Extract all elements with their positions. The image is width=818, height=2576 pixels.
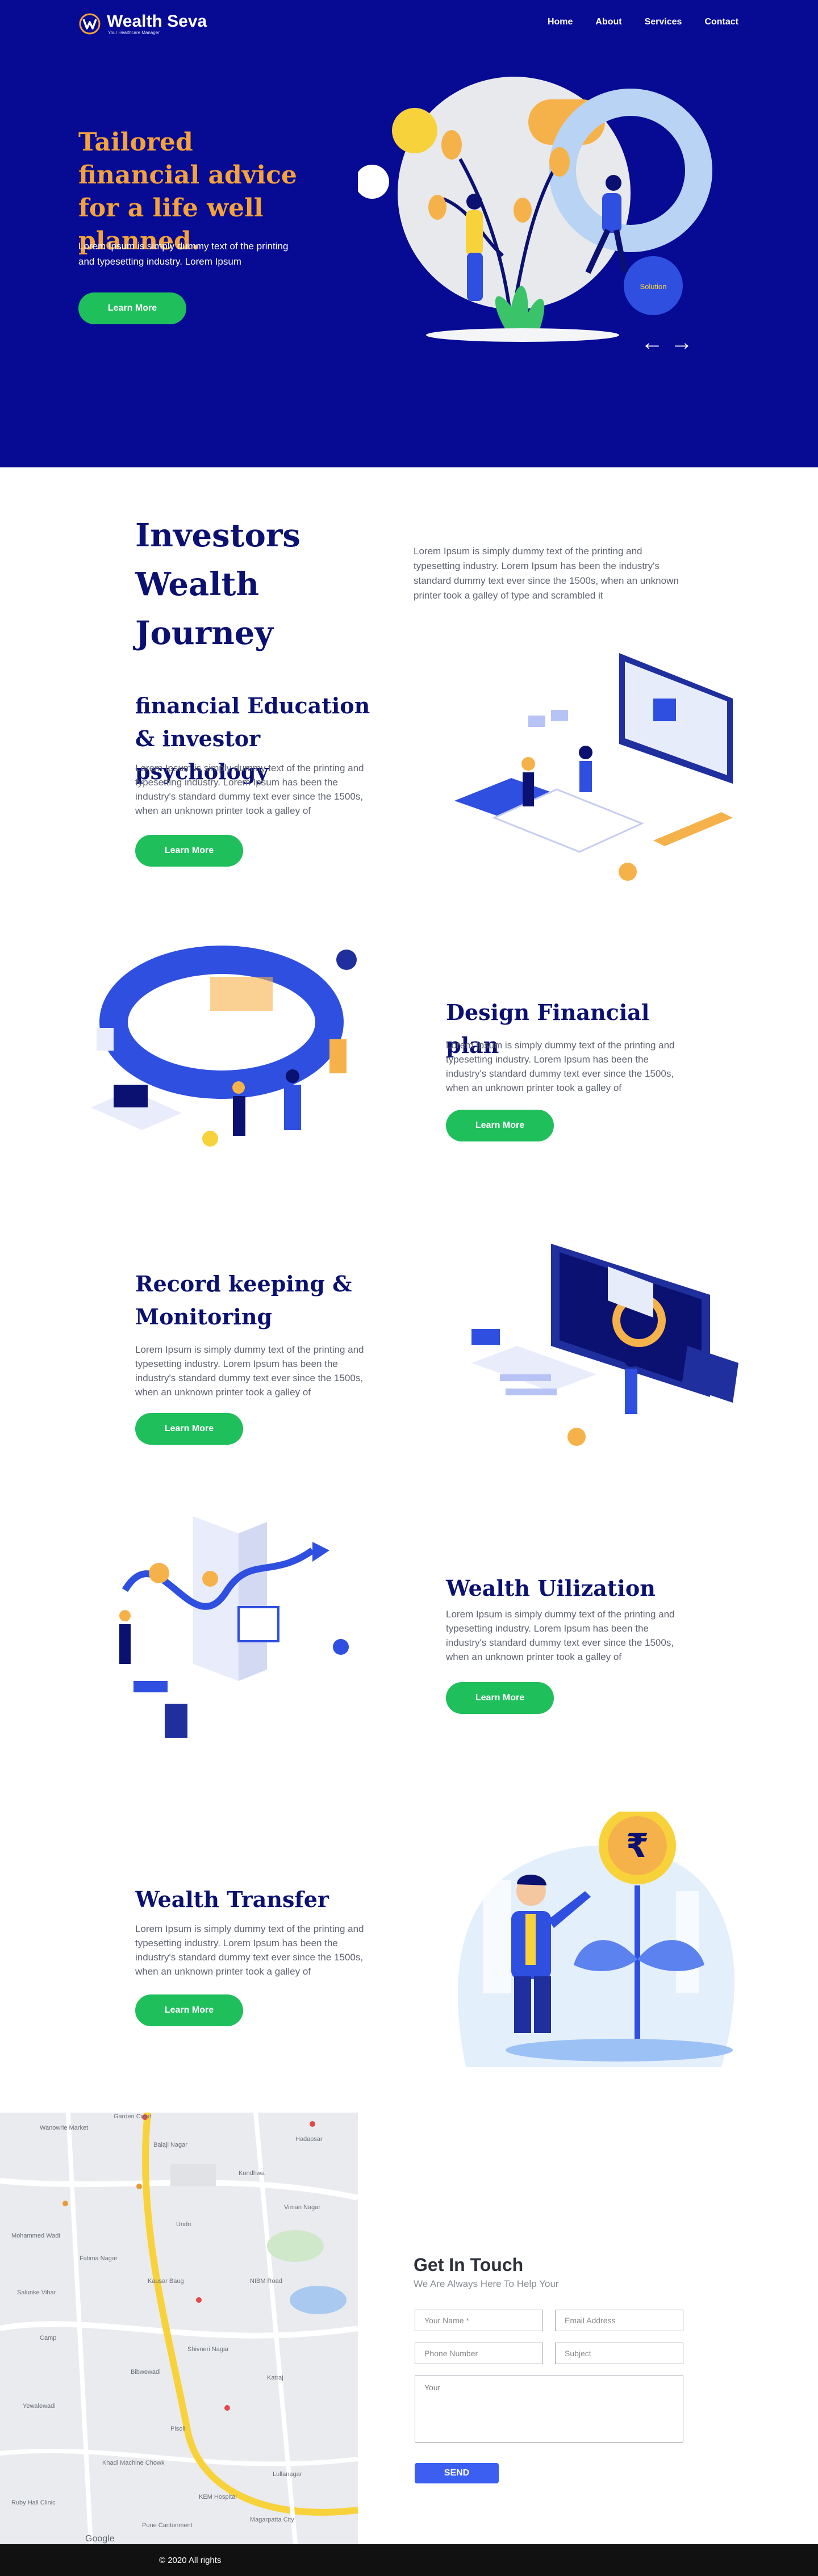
footer: © 2020 All rights (0, 2544, 818, 2576)
map-label: Shivneri Nagar (187, 2346, 229, 2353)
nav-services[interactable]: Services (645, 17, 682, 27)
map-label: Katraj (267, 2374, 283, 2381)
map-label: Garden Court (114, 2113, 152, 2120)
feature-text: Lorem Ipsum is simply dummy text of the … (446, 1040, 675, 1093)
send-button[interactable]: SEND (415, 2463, 499, 2483)
feature-learn-more-button[interactable]: Learn More (446, 1110, 554, 1141)
nav-contact[interactable]: Contact (704, 17, 738, 27)
email-field[interactable] (555, 2310, 683, 2331)
feature-text: Lorem Ipsum is simply dummy text of the … (135, 1923, 364, 1977)
hero-text: Lorem Ipsum is simply dummy text of the … (78, 241, 289, 267)
location-map[interactable]: Garden Court Wanowrie Market Balaji Naga… (0, 2113, 358, 2544)
name-field[interactable] (415, 2310, 543, 2331)
financial-plan-illustration (91, 946, 357, 1147)
map-label: Kausar Baug (148, 2278, 184, 2285)
nav-home[interactable]: Home (548, 17, 573, 27)
logo-mark-icon (79, 13, 101, 35)
contact-title: Get In Touch (414, 2255, 524, 2275)
feature-learn-more-button[interactable]: Learn More (135, 1994, 243, 2026)
map-attribution: Google (85, 2534, 115, 2544)
feature-learn-more-button[interactable]: Learn More (135, 1413, 243, 1445)
contact-subtitle: We Are Always Here To Help Your (414, 2278, 559, 2289)
solution-label: Solution (640, 282, 667, 291)
map-label: Salunke Vihar (17, 2289, 56, 2296)
map-label: Yewalewadi (23, 2403, 56, 2410)
brand-logo[interactable]: Wealth Seva Your Healthcare Manager (78, 12, 207, 35)
brand-name: Wealth Seva (107, 11, 207, 31)
map-label: Khadi Machine Chowk (102, 2460, 165, 2466)
nav-about[interactable]: About (595, 17, 621, 27)
education-illustration (454, 653, 733, 881)
hero-section: Wealth Seva Your Healthcare Manager Home… (0, 0, 818, 467)
arrow-left-icon[interactable]: ← (641, 331, 663, 354)
map-label: Hadapsar (295, 2136, 323, 2143)
feature-title: Wealth Transfer (135, 1887, 329, 1912)
map-label: Lullanagar (273, 2471, 302, 2478)
map-label: Undri (176, 2221, 191, 2228)
main-nav: Home About Services Contact (548, 17, 738, 27)
feature-text: Lorem Ipsum is simply dummy text of the … (135, 763, 364, 816)
arrow-right-icon[interactable]: → (670, 331, 693, 354)
subject-field[interactable] (555, 2343, 683, 2364)
feature-title: Record keeping & Monitoring (135, 1271, 352, 1329)
wealth-transfer-illustration: ₹ (457, 1812, 734, 2067)
journey-title: Investors Wealth Journey (135, 517, 301, 652)
map-label: KEM Hospital (199, 2494, 237, 2500)
map-label: Bibwewadi (131, 2369, 161, 2376)
map-label: Balaji Nagar (153, 2142, 187, 2148)
feature-title: Wealth Uilization (446, 1575, 656, 1601)
map-label: Wanowrie Market (40, 2125, 88, 2131)
map-label: Ruby Hall Clinic (11, 2499, 56, 2506)
message-field[interactable] (415, 2376, 683, 2443)
wealth-utilization-illustration (119, 1516, 349, 1738)
hero-learn-more-button[interactable]: Learn More (78, 292, 186, 324)
map-label: Fatima Nagar (80, 2255, 118, 2262)
hero-illustration: Solution (358, 77, 712, 342)
map-label: Mohammed Wadi (11, 2232, 60, 2239)
phone-field[interactable] (415, 2343, 543, 2364)
record-keeping-illustration (471, 1244, 738, 1446)
map-label: Kondhwa (239, 2170, 265, 2177)
feature-learn-more-button[interactable]: Learn More (446, 1682, 554, 1714)
brand-tagline: Your Healthcare Manager (108, 30, 160, 35)
map-label: Viman Nagar (284, 2204, 320, 2211)
map-label: Pisoli (170, 2426, 185, 2432)
feature-learn-more-button[interactable]: Learn More (135, 835, 243, 867)
footer-copyright: © 2020 All rights (159, 2555, 222, 2565)
journey-text: Lorem Ipsum is simply dummy text of the … (414, 546, 679, 601)
map-label: NIBM Road (250, 2278, 282, 2285)
map-label: Magarpatta City (250, 2516, 294, 2523)
map-label: Camp (40, 2335, 56, 2341)
feature-text: Lorem Ipsum is simply dummy text of the … (446, 1609, 675, 1662)
svg-text:₹: ₹ (626, 1826, 649, 1865)
feature-text: Lorem Ipsum is simply dummy text of the … (135, 1344, 364, 1398)
map-label: Pune Cantonment (142, 2522, 193, 2529)
